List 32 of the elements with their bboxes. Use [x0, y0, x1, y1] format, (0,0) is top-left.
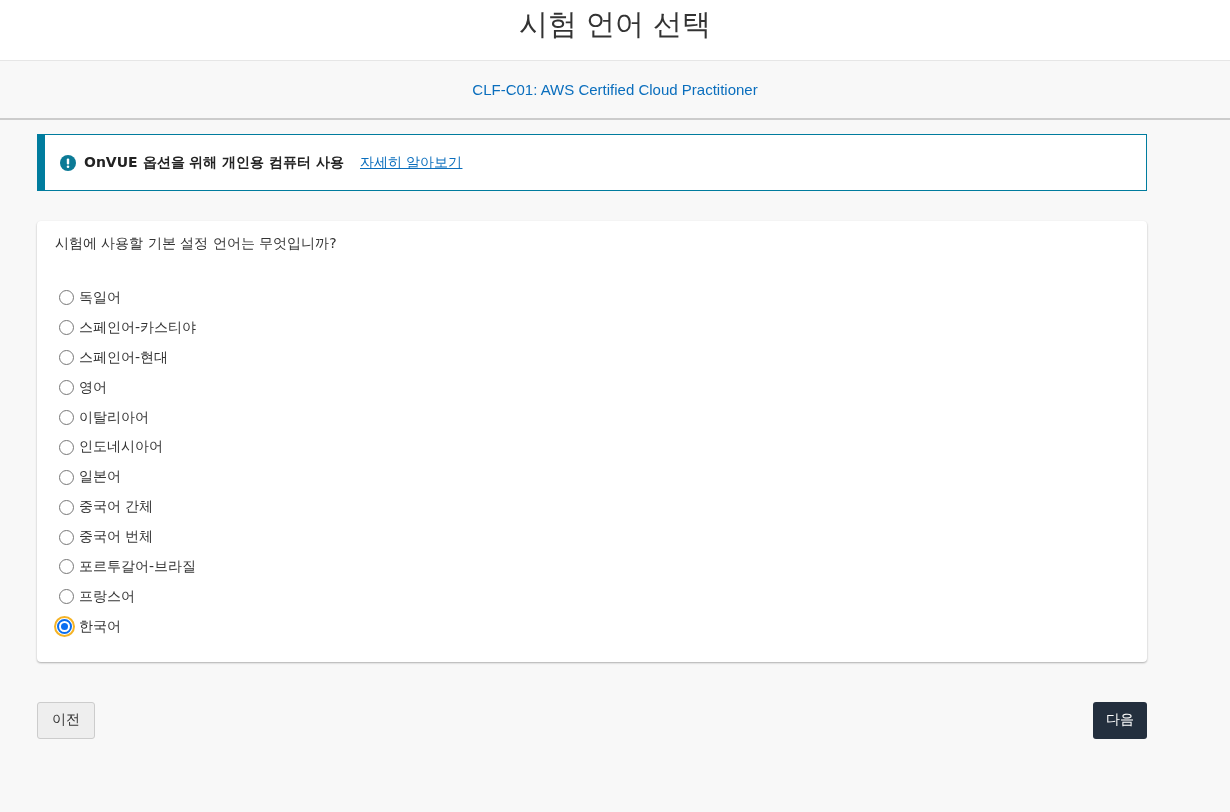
radio-button[interactable]	[59, 499, 74, 515]
option-label[interactable]: 독일어	[79, 288, 121, 307]
option-label[interactable]: 프랑스어	[79, 587, 135, 606]
back-button[interactable]: 이전	[37, 701, 95, 739]
alert-icon	[60, 154, 76, 171]
radio-button[interactable]	[59, 559, 74, 575]
option-label[interactable]: 영어	[79, 378, 107, 397]
learn-more-link[interactable]: 자세히 알아보기	[360, 153, 463, 172]
option-label[interactable]: 포르투갈어-브라질	[79, 557, 197, 576]
radio-button[interactable]	[59, 469, 74, 485]
option-label[interactable]: 이탈리아어	[79, 408, 149, 427]
alert-message: OnVUE 옵션을 위해 개인용 컴퓨터 사용	[84, 153, 344, 172]
question-text: 시험에 사용할 기본 설정 언어는 무엇입니까?	[55, 235, 338, 253]
radio-button[interactable]	[59, 589, 74, 605]
option-label[interactable]: 중국어 간체	[79, 498, 154, 517]
option-label[interactable]: 스페인어-현대	[79, 348, 169, 367]
option-label[interactable]: 스페인어-카스티야	[79, 318, 197, 337]
radio-button[interactable]	[59, 439, 74, 455]
exam-name: CLF-C01: AWS Certified Cloud Practitioner	[472, 81, 758, 98]
option-label[interactable]: 인도네시아어	[79, 438, 163, 457]
page-title: 시험 언어 선택	[518, 6, 712, 43]
option-label[interactable]: 중국어 번체	[79, 528, 154, 547]
radio-button[interactable]	[59, 290, 74, 306]
radio-button[interactable]	[59, 410, 74, 425]
next-button[interactable]: 다음	[1093, 701, 1147, 739]
option-label[interactable]: 한국어	[79, 617, 121, 636]
radio-button[interactable]	[59, 529, 74, 545]
radio-button[interactable]	[57, 619, 72, 635]
radio-button[interactable]	[59, 350, 74, 366]
radio-button[interactable]	[59, 380, 74, 396]
radio-button[interactable]	[59, 320, 74, 336]
option-label[interactable]: 일본어	[79, 468, 121, 487]
